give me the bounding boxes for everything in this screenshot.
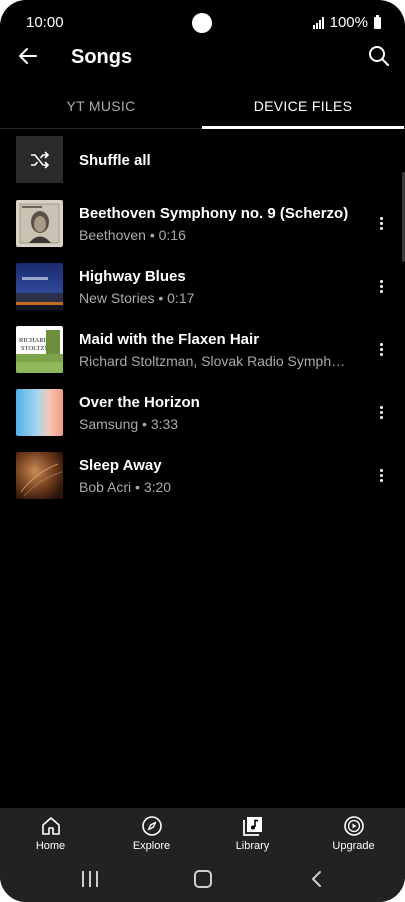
song-row[interactable]: RICHARD STOLTZMAN Maid with the Flaxen H… [0,324,405,374]
song-title: Beethoven Symphony no. 9 (Scherzo) [79,205,349,222]
album-art-highway-blues [16,263,63,310]
library-icon [242,817,262,836]
phone-screen: 10:00 100% Songs YT MUSIC DEVICE FILES S… [0,0,405,902]
home-button-icon[interactable] [194,870,212,888]
shuffle-all-row[interactable]: Shuffle all [0,136,405,186]
status-time: 10:00 [26,14,64,31]
nav-label: Library [235,840,270,852]
more-options-icon[interactable] [375,401,387,423]
bottom-navigation: Home Explore Library Upgrade [0,808,405,858]
nav-library[interactable]: Library [202,808,303,858]
more-options-icon[interactable] [375,275,387,297]
more-options-icon[interactable] [375,212,387,234]
play-circle-icon [343,816,364,836]
song-row[interactable]: Highway Blues New Stories • 0:17 [0,261,405,311]
system-navigation-bar [0,858,405,902]
system-back-icon[interactable] [308,869,326,889]
song-subtitle: Samsung • 3:33 [79,416,179,432]
album-art-beethoven [16,200,63,247]
song-subtitle: Bob Acri • 3:20 [79,479,172,495]
battery-icon [374,14,381,29]
more-options-icon[interactable] [375,338,387,360]
album-art-sleep-away [16,452,63,499]
song-row[interactable]: Beethoven Symphony no. 9 (Scherzo) Beeth… [0,198,405,248]
shuffle-icon [16,136,63,183]
shuffle-all-label: Shuffle all [79,152,151,169]
album-art-maid-flaxen-hair: RICHARD STOLTZMAN [16,326,63,373]
nav-upgrade[interactable]: Upgrade [303,808,404,858]
song-title: Sleep Away [79,457,162,474]
more-options-icon[interactable] [375,464,387,486]
song-row[interactable]: Over the Horizon Samsung • 3:33 [0,387,405,437]
song-subtitle: Richard Stoltzman, Slovak Radio Symph… [79,353,346,369]
back-arrow-icon[interactable] [14,42,42,70]
page-title: Songs [71,46,133,68]
song-title: Highway Blues [79,268,186,285]
nav-explore[interactable]: Explore [101,808,202,858]
search-icon[interactable] [367,44,391,68]
battery-percent: 100% [329,14,368,31]
status-right: 100% [312,14,381,31]
tab-yt-music[interactable]: YT MUSIC [0,84,202,128]
nav-label: Home [35,840,66,852]
recent-apps-icon[interactable] [82,871,98,887]
nav-label: Upgrade [332,840,375,852]
tab-label: DEVICE FILES [253,98,353,114]
tab-bar: YT MUSIC DEVICE FILES [0,84,405,129]
home-icon [41,817,60,835]
tab-device-files[interactable]: DEVICE FILES [202,84,404,129]
song-row[interactable]: Sleep Away Bob Acri • 3:20 [0,450,405,500]
front-camera [192,13,212,33]
album-art-over-the-horizon [16,389,63,436]
active-tab-indicator [202,126,404,129]
tab-label: YT MUSIC [66,98,136,114]
song-title: Over the Horizon [79,394,200,411]
compass-icon [141,816,162,836]
album-art-text-line1: RICHARD [19,337,49,344]
nav-home[interactable]: Home [0,808,101,858]
signal-icon [312,16,324,29]
nav-label: Explore [132,840,171,852]
song-subtitle: New Stories • 0:17 [79,290,195,306]
app-bar: Songs [0,36,405,80]
song-subtitle: Beethoven • 0:16 [79,227,186,243]
song-title: Maid with the Flaxen Hair [79,331,260,348]
